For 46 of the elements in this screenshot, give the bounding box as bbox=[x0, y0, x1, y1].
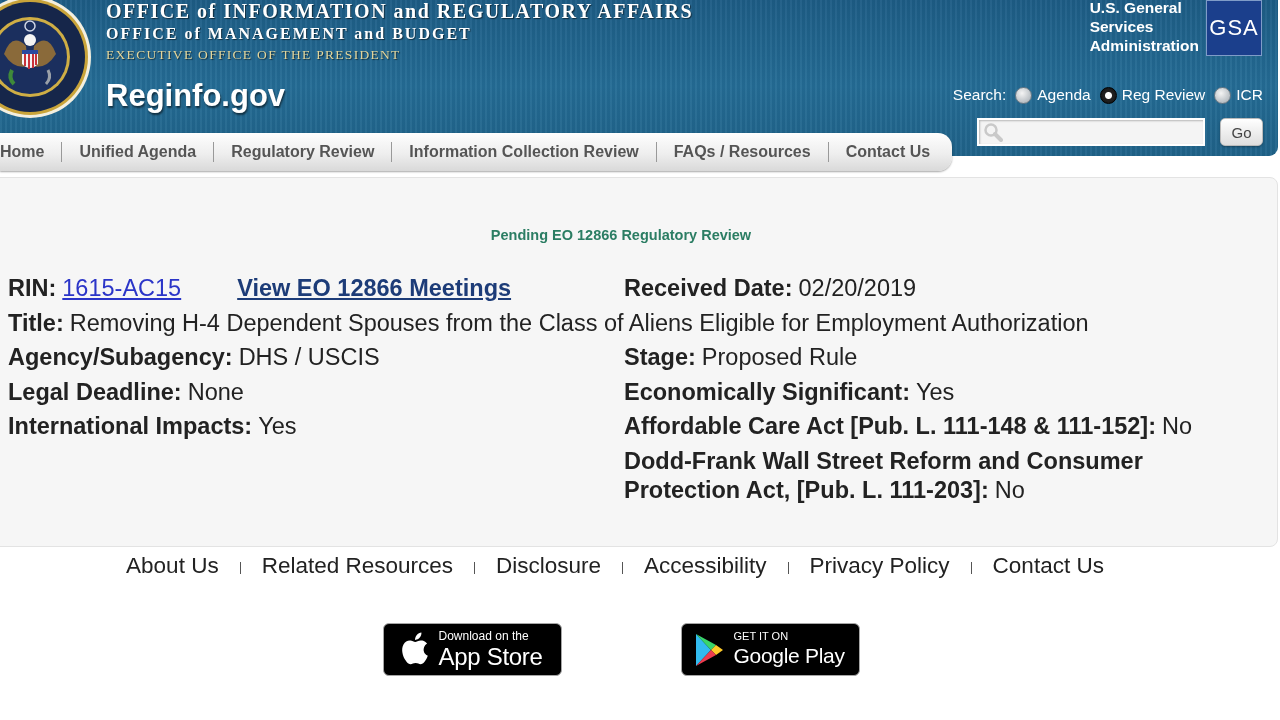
nav-link[interactable]: Unified Agenda bbox=[62, 143, 214, 161]
detail-text: RIN: 1615-AC15 bbox=[8, 274, 182, 303]
nav-link[interactable]: Contact Us bbox=[828, 143, 948, 161]
radio-label[interactable]: Reg Review bbox=[1121, 86, 1206, 104]
detail-text: Legal Deadline: None bbox=[8, 377, 244, 407]
go-button[interactable]: Go bbox=[1220, 118, 1263, 146]
detail-text: Economically Significant: Yes bbox=[624, 377, 955, 407]
nav-link[interactable]: FAQs / Resources bbox=[656, 143, 828, 161]
detail-text: Affordable Care Act [Pub. L. 111-148 & 111-152]: No bbox=[624, 412, 1193, 441]
radio-button[interactable] bbox=[1015, 86, 1033, 104]
footer-link[interactable]: Contact Us bbox=[992, 553, 1104, 579]
office-title: OFFICE of INFORMATION and REGULATORY AFFAIRS bbox=[106, 0, 693, 22]
radio-button[interactable] bbox=[1214, 86, 1232, 104]
search-icon bbox=[983, 122, 1003, 142]
radio-label[interactable]: ICR bbox=[1236, 86, 1263, 104]
nav-link[interactable]: Information Collection Review bbox=[392, 143, 656, 161]
agency-name: Services bbox=[1089, 17, 1155, 36]
search-label: Search: bbox=[952, 86, 1007, 104]
footer-link[interactable]: Privacy Policy bbox=[809, 553, 950, 579]
agency-name: Administration bbox=[1089, 36, 1199, 55]
nav-link[interactable]: Home bbox=[0, 143, 62, 161]
site-title: Reginfo.gov bbox=[106, 78, 286, 114]
play-triangle-icon bbox=[693, 632, 724, 667]
gsa-logo: GSA bbox=[1206, 0, 1262, 56]
search-field[interactable] bbox=[977, 118, 1205, 146]
rin-link[interactable]: 1615-AC15 bbox=[62, 275, 182, 301]
radio-button[interactable] bbox=[1099, 86, 1117, 104]
agency-name: U.S. General bbox=[1089, 0, 1183, 17]
office-title: EXECUTIVE OFFICE OF THE PRESIDENT bbox=[106, 46, 401, 64]
footer-link[interactable]: About Us bbox=[126, 553, 219, 579]
detail-text: Received Date: 02/20/2019 bbox=[624, 274, 917, 303]
google-play-badge[interactable]: GET IT ON Google Play bbox=[680, 623, 860, 676]
footer-link[interactable]: Accessibility bbox=[644, 553, 767, 579]
detail-text: International Impacts: Yes bbox=[8, 412, 297, 441]
detail-text: Agency/Subagency: DHS / USCIS bbox=[8, 343, 380, 372]
section-heading: Pending EO 12866 Regulatory Review bbox=[490, 227, 752, 243]
detail-text: Dodd-Frank Wall Street Reform and Consumer Protection Act, [Pub. L. 111-203]: No bbox=[624, 446, 1144, 505]
nav-link[interactable]: Regulatory Review bbox=[214, 143, 392, 161]
office-title: OFFICE of MANAGEMENT and BUDGET bbox=[106, 24, 472, 44]
detail-text: Stage: Proposed Rule bbox=[624, 343, 858, 372]
footer-link[interactable]: Disclosure bbox=[496, 553, 602, 579]
meetings-link[interactable]: View EO 12866 Meetings bbox=[237, 274, 512, 303]
app-store-badge[interactable]: Download on the App Store bbox=[382, 623, 562, 676]
detail-text: Title: Removing H-4 Dependent Spouses from the Class of Aliens Eligible for Employment Authorization bbox=[8, 308, 1089, 338]
radio-label[interactable]: Agenda bbox=[1037, 86, 1091, 104]
footer-link[interactable]: Related Resources bbox=[261, 553, 453, 579]
